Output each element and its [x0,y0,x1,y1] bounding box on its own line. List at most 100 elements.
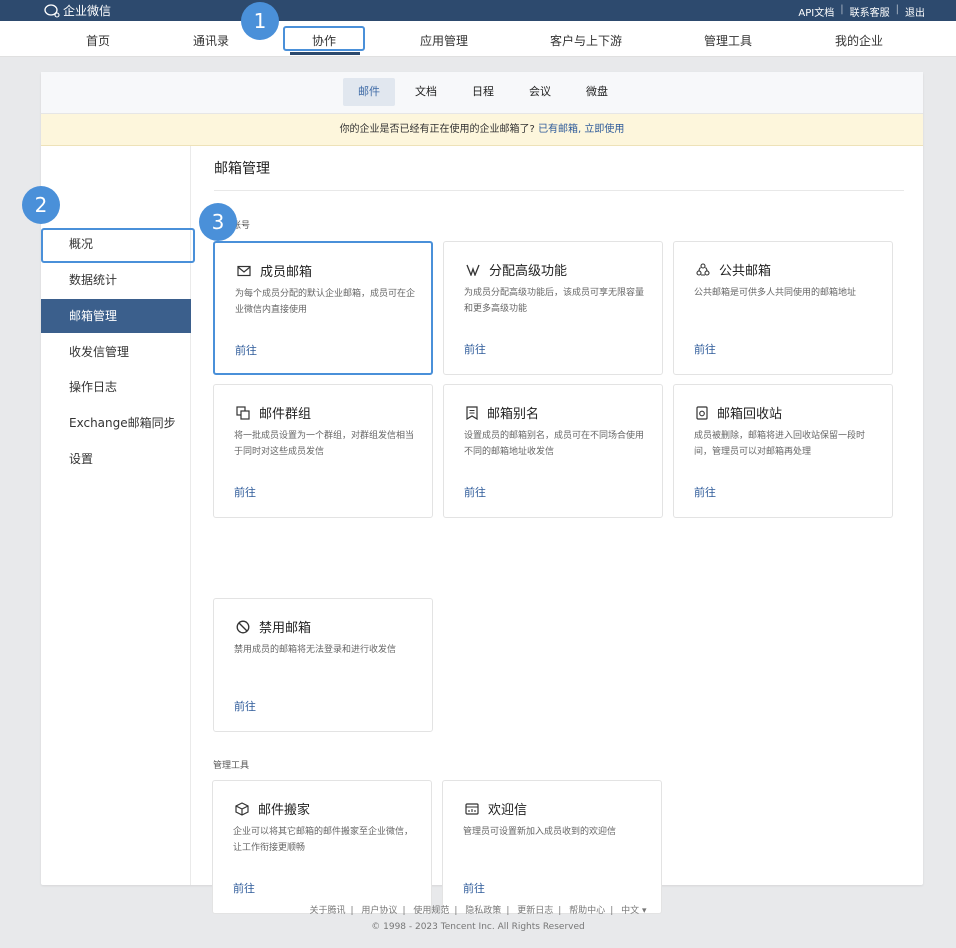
sidebar-active-highlight [41,228,195,263]
card-shared-mailbox[interactable]: 公共邮箱 公共邮箱是可供多人共同使用的邮箱地址 前往 [673,241,893,375]
go-link[interactable]: 前往 [235,342,257,358]
card-title: 邮件搬家 [235,799,310,818]
card-member-mailbox[interactable]: 成员邮箱 为每个成员分配的默认企业邮箱，成员可在企业微信内直接使用 前往 [213,241,433,375]
section-label-admin-tools: 管理工具 [213,761,250,771]
contact-support-link[interactable]: 联系客服 [850,4,890,19]
nav-contacts[interactable]: 通讯录 [193,32,229,49]
separator: | [350,906,354,916]
separator: | [610,906,614,916]
separator: | [402,906,406,916]
sidebar-item-mail-flow[interactable]: 收发信管理 [41,335,191,369]
card-welcome-letter[interactable]: 欢迎信 管理员可设置新加入成员收到的欢迎信 前往 [442,780,662,914]
separator: | [840,4,844,15]
card-title: 邮箱别名 [466,403,539,422]
nav-customers[interactable]: 客户与上下游 [550,32,622,49]
go-link[interactable]: 前往 [464,341,486,357]
welcome-icon [465,802,479,815]
go-link[interactable]: 前往 [694,341,716,357]
sidebar-item-operation-log[interactable]: 操作日志 [41,370,191,404]
divider [214,190,904,191]
card-mailbox-recycle-bin[interactable]: 邮箱回收站 成员被删除，邮箱将进入回收站保留一段时间，管理员可以对邮箱再处理 前… [673,384,893,518]
tab-meeting[interactable]: 会议 [517,78,563,106]
footer: 关于腾讯 | 用户协议 | 使用规范 | 隐私政策 | 更新日志 | 帮助中心 | 中文 ▾… [0,903,956,932]
go-link[interactable]: 前往 [234,484,256,500]
card-title-text: 邮件搬家 [258,803,311,818]
mail-icon [237,265,251,276]
copyright: © 1998 - 2023 Tencent Inc. All Rights Re… [371,922,585,932]
nav-my-company[interactable]: 我的企业 [835,32,883,49]
card-description: 管理员可设置新加入成员收到的欢迎信 [463,827,617,837]
footer-link-privacy[interactable]: 隐私政策 [465,906,501,916]
card-title-text: 邮箱别名 [487,407,540,422]
sidebar-item-settings[interactable]: 设置 [41,442,191,476]
top-bar: 企业微信 API文档 | 联系客服 | 退出 [0,0,956,21]
nav-app-management[interactable]: 应用管理 [420,32,468,49]
go-link[interactable]: 前往 [234,698,256,714]
nav-admin-tools[interactable]: 管理工具 [704,32,752,49]
tab-mail[interactable]: 邮件 [343,78,395,106]
annotation-badge-2: 2 [22,186,60,224]
nav-active-underline [290,52,360,55]
sub-nav: 邮件 文档 日程 会议 微盘 [41,72,923,114]
api-docs-link[interactable]: API文档 [798,4,834,19]
wecom-logo-icon [44,3,60,18]
go-link[interactable]: 前往 [694,484,716,500]
notice-text: 你的企业是否已经有正在使用的企业邮箱了? [339,124,535,135]
card-mailbox-alias[interactable]: 邮箱别名 设置成员的邮箱别名，成员可在不同场合使用不同的邮箱地址收发信 前往 [443,384,663,518]
card-title-text: 邮件群组 [259,407,312,422]
card-description: 设置成员的邮箱别名，成员可在不同场合使用不同的邮箱地址收发信 [464,431,645,457]
main-nav: 首页 通讯录 协作 应用管理 客户与上下游 管理工具 我的企业 [0,21,956,57]
go-link[interactable]: 前往 [464,484,486,500]
use-existing-mailbox-link[interactable]: 已有邮箱, 立即使用 [538,124,624,135]
logo[interactable]: 企业微信 [44,2,111,19]
box-icon [235,801,249,816]
card-description: 为成员分配高级功能后，该成员可享无限容量和更多高级功能 [464,288,645,314]
card-title-text: 分配高级功能 [489,264,568,279]
vip-icon [466,264,480,276]
separator: | [895,4,899,15]
card-description: 将一批成员设置为一个群组，对群组发信相当于同时对这些成员发信 [234,431,415,457]
sidebar-item-exchange-sync[interactable]: Exchange邮箱同步 [41,406,191,440]
tab-drive[interactable]: 微盘 [574,78,620,106]
card-mail-migration[interactable]: 邮件搬家 企业可以将其它邮箱的邮件搬家至企业微信，让工作衔接更顺畅 前往 [212,780,432,914]
footer-link-help[interactable]: 帮助中心 [569,906,605,916]
go-link[interactable]: 前往 [233,880,255,896]
tab-schedule[interactable]: 日程 [460,78,506,106]
footer-link-usage-rules[interactable]: 使用规范 [413,906,449,916]
annotation-badge-3: 3 [199,203,237,241]
card-title: 分配高级功能 [466,260,567,279]
ban-icon [236,620,250,633]
notice-banner: 你的企业是否已经有正在使用的企业邮箱了? 已有邮箱, 立即使用 [41,114,923,146]
card-title: 成员邮箱 [237,261,312,280]
card-title: 公共邮箱 [696,260,771,279]
group-icon [236,405,250,420]
sidebar-item-statistics[interactable]: 数据统计 [41,263,191,297]
card-title: 邮箱回收站 [696,403,782,422]
logo-text: 企业微信 [63,4,112,18]
nav-home[interactable]: 首页 [86,32,110,49]
card-title-text: 成员邮箱 [260,265,313,280]
card-title: 禁用邮箱 [236,617,311,636]
go-link[interactable]: 前往 [463,880,485,896]
tab-docs[interactable]: 文档 [403,78,449,106]
footer-link-changelog[interactable]: 更新日志 [517,906,553,916]
card-disable-mailbox[interactable]: 禁用邮箱 禁用成员的邮箱将无法登录和进行收发信 前往 [213,598,433,732]
separator: | [454,906,458,916]
card-description: 企业可以将其它邮箱的邮件搬家至企业微信，让工作衔接更顺畅 [233,827,414,853]
nav-collaboration-highlight [283,26,365,51]
alias-icon [466,405,478,420]
logout-link[interactable]: 退出 [905,4,925,19]
shared-icon [696,262,710,276]
sidebar-item-mailbox-management[interactable]: 邮箱管理 [41,299,191,333]
card-title: 欢迎信 [465,799,527,818]
footer-link-user-agreement[interactable]: 用户协议 [361,906,397,916]
footer-link-about[interactable]: 关于腾讯 [309,906,345,916]
page-title: 邮箱管理 [214,161,270,177]
card-title-text: 邮箱回收站 [717,407,783,422]
recycle-icon [696,405,708,420]
card-description: 成员被删除，邮箱将进入回收站保留一段时间，管理员可以对邮箱再处理 [694,431,866,457]
card-mail-group[interactable]: 邮件群组 将一批成员设置为一个群组，对群组发信相当于同时对这些成员发信 前往 [213,384,433,518]
language-selector[interactable]: 中文 ▾ [621,906,646,916]
card-advanced-features[interactable]: 分配高级功能 为成员分配高级功能后，该成员可享无限容量和更多高级功能 前往 [443,241,663,375]
card-description: 为每个成员分配的默认企业邮箱，成员可在企业微信内直接使用 [235,289,416,315]
